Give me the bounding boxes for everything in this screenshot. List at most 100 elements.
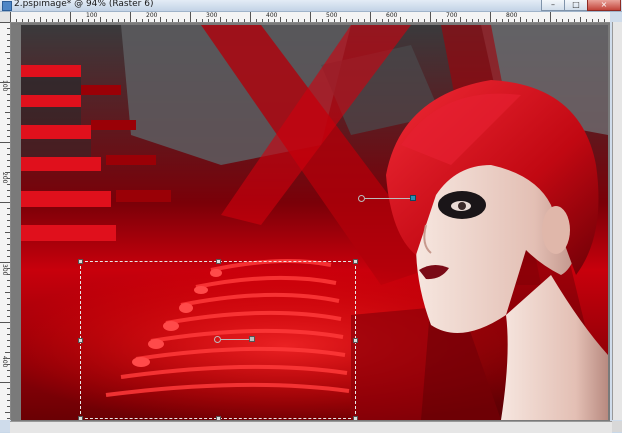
selection-marquee[interactable] bbox=[78, 259, 358, 420]
resize-handle-top[interactable] bbox=[216, 259, 221, 264]
ruler-tick bbox=[7, 124, 10, 125]
title-bar[interactable]: 2.pspimage* @ 94% (Raster 6) – □ × bbox=[0, 0, 622, 12]
rotation-handle[interactable] bbox=[249, 336, 255, 342]
ruler-tick bbox=[142, 19, 143, 22]
ruler-tick bbox=[70, 12, 71, 22]
ruler-tick bbox=[34, 19, 35, 22]
ruler-tick bbox=[286, 19, 287, 22]
ruler-tick bbox=[322, 19, 323, 22]
ruler-tick bbox=[562, 19, 563, 22]
horizontal-scrollbar[interactable] bbox=[10, 421, 612, 433]
close-button[interactable]: × bbox=[587, 0, 621, 11]
ruler-tick bbox=[7, 370, 10, 371]
ruler-tick bbox=[7, 100, 10, 101]
ruler-tick bbox=[7, 226, 10, 227]
ruler-tick bbox=[5, 232, 10, 233]
ruler-tick bbox=[7, 46, 10, 47]
ruler-tick bbox=[568, 19, 569, 22]
resize-handle-bottom-right[interactable] bbox=[353, 416, 358, 420]
ruler-tick bbox=[394, 19, 395, 22]
ruler-tick bbox=[7, 58, 10, 59]
ruler-tick bbox=[82, 19, 83, 22]
ruler-tick bbox=[7, 334, 10, 335]
ruler-tick bbox=[7, 364, 10, 365]
ruler-tick bbox=[382, 19, 383, 22]
layer-pivot-point[interactable] bbox=[358, 195, 365, 202]
ruler-tick bbox=[154, 19, 155, 22]
ruler-tick bbox=[0, 142, 10, 143]
ruler-tick bbox=[478, 19, 479, 22]
horizontal-ruler[interactable]: 100 200 300 400 500 600 700 800 bbox=[10, 12, 610, 23]
ruler-tick bbox=[7, 238, 10, 239]
resize-handle-bottom-left[interactable] bbox=[78, 416, 83, 420]
resize-handle-bottom[interactable] bbox=[216, 416, 221, 420]
ruler-tick bbox=[7, 394, 10, 395]
ruler-tick bbox=[448, 19, 449, 22]
ruler-tick bbox=[406, 19, 407, 22]
ruler-tick bbox=[76, 19, 77, 22]
ruler-tick bbox=[88, 19, 89, 22]
ruler-tick bbox=[340, 17, 341, 22]
ruler-tick bbox=[7, 346, 10, 347]
ruler-tick bbox=[238, 19, 239, 22]
ruler-tick bbox=[586, 19, 587, 22]
ruler-tick bbox=[532, 19, 533, 22]
minimize-button[interactable]: – bbox=[541, 0, 565, 11]
ruler-tick bbox=[7, 358, 10, 359]
ruler-tick bbox=[7, 250, 10, 251]
ruler-tick bbox=[334, 19, 335, 22]
ruler-tick bbox=[94, 19, 95, 22]
resize-handle-top-right[interactable] bbox=[353, 259, 358, 264]
ruler-tick bbox=[5, 292, 10, 293]
ruler-tick bbox=[412, 19, 413, 22]
resize-handle-left[interactable] bbox=[78, 338, 83, 343]
maximize-button[interactable]: □ bbox=[564, 0, 588, 11]
ruler-tick bbox=[0, 202, 10, 203]
ruler-tick bbox=[250, 12, 251, 22]
ruler-tick bbox=[208, 19, 209, 22]
ruler-tick bbox=[5, 52, 10, 53]
ruler-tick bbox=[10, 12, 11, 22]
ruler-tick bbox=[7, 388, 10, 389]
ruler-tick bbox=[604, 19, 605, 22]
ruler-tick bbox=[364, 19, 365, 22]
resize-handle-top-left[interactable] bbox=[78, 259, 83, 264]
ruler-tick bbox=[262, 19, 263, 22]
ruler-tick bbox=[526, 19, 527, 22]
vertical-scrollbar[interactable] bbox=[612, 22, 622, 420]
ruler-tick bbox=[292, 19, 293, 22]
layer-rotation-handle[interactable] bbox=[410, 195, 416, 201]
ruler-tick bbox=[184, 19, 185, 22]
ruler-tick bbox=[7, 160, 10, 161]
window-title: 2.pspimage* @ 94% (Raster 6) bbox=[14, 0, 154, 9]
pivot-point[interactable] bbox=[214, 336, 221, 343]
ruler-tick bbox=[7, 328, 10, 329]
ruler-tick bbox=[7, 244, 10, 245]
vertical-ruler[interactable]: 100 200 300 400 bbox=[0, 22, 11, 420]
ruler-tick bbox=[16, 19, 17, 22]
artwork-image[interactable] bbox=[21, 25, 608, 420]
ruler-tick bbox=[22, 19, 23, 22]
ruler-tick bbox=[268, 19, 269, 22]
image-window: 2.pspimage* @ 94% (Raster 6) – □ × 100 2… bbox=[0, 0, 622, 433]
scrollbar-corner bbox=[612, 421, 622, 432]
ruler-tick bbox=[7, 214, 10, 215]
ruler-tick bbox=[0, 22, 10, 23]
ruler-tick bbox=[592, 19, 593, 22]
ruler-tick bbox=[454, 19, 455, 22]
ruler-tick bbox=[7, 418, 10, 419]
ruler-tick bbox=[7, 316, 10, 317]
ruler-tick bbox=[472, 19, 473, 22]
ruler-tick bbox=[0, 322, 10, 323]
canvas-area[interactable] bbox=[11, 23, 610, 421]
resize-handle-right[interactable] bbox=[353, 338, 358, 343]
ruler-tick bbox=[502, 19, 503, 22]
ruler-tick bbox=[514, 19, 515, 22]
ruler-tick bbox=[7, 178, 10, 179]
ruler-tick bbox=[424, 19, 425, 22]
ruler-tick bbox=[7, 298, 10, 299]
layer-rotation-line bbox=[365, 198, 411, 199]
ruler-tick bbox=[190, 12, 191, 22]
ruler-tick bbox=[5, 172, 10, 173]
ruler-tick bbox=[160, 17, 161, 22]
